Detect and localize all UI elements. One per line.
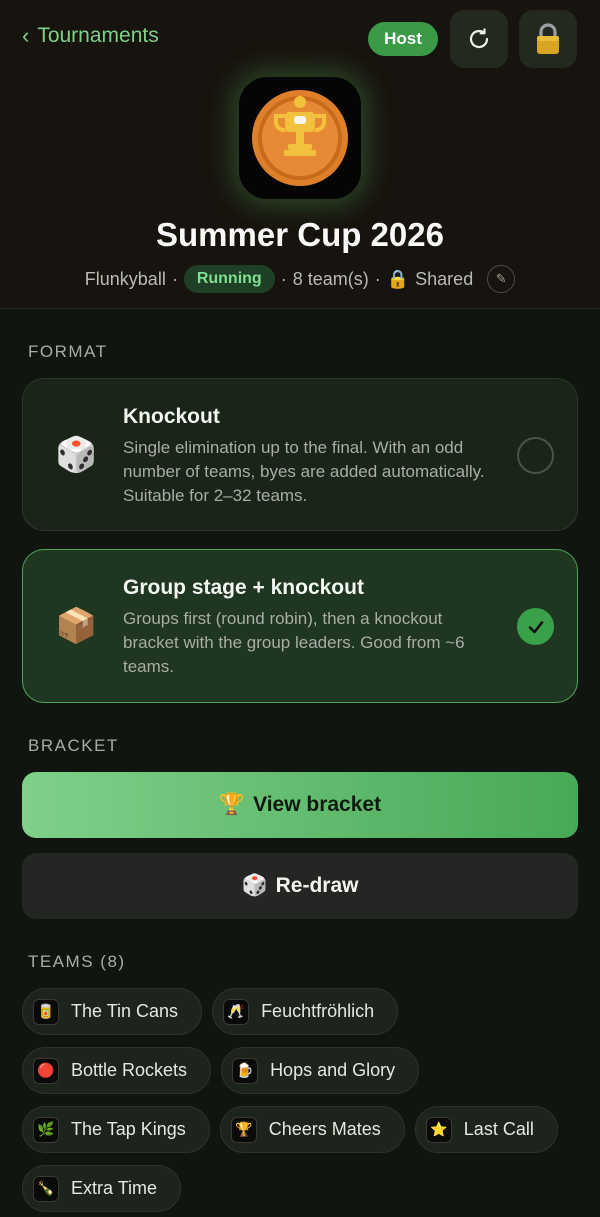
dice-icon: 🎲 — [241, 874, 268, 897]
team-chip[interactable]: 🌿 The Tap Kings — [22, 1106, 210, 1153]
team-name: Extra Time — [71, 1178, 158, 1198]
share-status: Shared — [415, 268, 474, 289]
trophy-icon: 🏆 — [218, 793, 246, 816]
team-chip[interactable]: ⭐ Last Call — [414, 1106, 558, 1153]
redraw-label: Re-draw — [275, 874, 359, 897]
page-title: Summer Cup 2026 — [156, 216, 444, 253]
format-section-label: FORMAT — [28, 342, 108, 361]
team-name: Feuchtfröhlich — [261, 1001, 375, 1021]
team-name: The Tap Kings — [71, 1119, 186, 1139]
back-label: Tournaments — [37, 24, 159, 47]
meta-separator: · — [280, 268, 287, 289]
redraw-button[interactable]: 🎲 Re-draw — [22, 853, 578, 919]
format-radio[interactable] — [517, 437, 554, 474]
pencil-icon: ✎ — [495, 271, 507, 286]
format-option-group-stage[interactable]: 📦 Group stage + knockout Groups first (r… — [22, 549, 578, 703]
tournament-logo — [239, 77, 361, 199]
team-name: The Tin Cans — [71, 1001, 179, 1021]
chevron-left-icon: ‹ — [22, 23, 30, 48]
status-badge: Running — [183, 265, 275, 293]
meta-separator: · — [171, 268, 178, 289]
bracket-section-label: BRACKET — [28, 736, 119, 755]
team-icon: ⭐ — [425, 1116, 452, 1143]
team-name: Hops and Glory — [270, 1060, 396, 1080]
host-badge: Host — [368, 22, 438, 56]
view-bracket-label: View bracket — [253, 793, 382, 816]
team-list: 🥫 The Tin Cans 🥂 Feuchtfröhlich 🔴 Bottle… — [22, 988, 582, 1212]
team-icon: 🍺 — [232, 1057, 259, 1084]
team-chip[interactable]: 🏆 Cheers Mates — [219, 1106, 405, 1153]
lock-icon: 🔒 — [386, 268, 410, 289]
format-option-description: Groups first (round robin), then a knock… — [123, 609, 465, 676]
team-chip[interactable]: 🍺 Hops and Glory — [221, 1047, 420, 1094]
tournament-meta: Flunkyball · Running · 8 team(s) · 🔒 Sha… — [0, 263, 600, 295]
team-icon: 🏆 — [230, 1116, 257, 1143]
team-icon: 🥂 — [223, 998, 250, 1025]
teams-section-label: TEAMS (8) — [28, 952, 126, 971]
trophy-medal-icon — [252, 90, 348, 186]
team-chip[interactable]: 🥫 The Tin Cans — [22, 988, 203, 1035]
team-chip[interactable]: 🥂 Feuchtfröhlich — [212, 988, 399, 1035]
format-radio-checked[interactable] — [517, 608, 554, 645]
dice-icon: 🎲 — [55, 436, 98, 474]
meta-separator: · — [374, 268, 381, 289]
format-option-title: Knockout — [123, 405, 220, 428]
team-icon: 🌿 — [33, 1116, 59, 1143]
refresh-button[interactable] — [450, 10, 508, 68]
team-count: 8 team(s) — [292, 268, 369, 289]
box-icon: 📦 — [55, 607, 98, 645]
team-name: Bottle Rockets — [71, 1060, 188, 1080]
format-option-description: Single elimination up to the final. With… — [123, 438, 485, 505]
refresh-icon — [469, 28, 489, 49]
edit-button[interactable]: ✎ — [487, 265, 516, 293]
team-chip[interactable]: 🔴 Bottle Rockets — [22, 1047, 212, 1094]
header: ‹ Tournaments Host Summer Cup 2026 Flunk… — [0, 0, 600, 309]
lock-button[interactable] — [519, 10, 577, 68]
sport-label: Flunkyball — [84, 268, 166, 289]
back-button[interactable]: ‹ Tournaments — [22, 24, 159, 48]
checkmark-icon — [528, 620, 543, 633]
team-icon: 🍾 — [33, 1175, 59, 1202]
team-icon: 🔴 — [33, 1057, 59, 1084]
team-name: Cheers Mates — [268, 1119, 381, 1139]
team-name: Last Call — [463, 1119, 534, 1139]
lock-icon — [537, 23, 559, 54]
format-option-title: Group stage + knockout — [123, 576, 364, 599]
format-option-knockout[interactable]: 🎲 Knockout Single elimination up to the … — [22, 378, 578, 531]
team-icon: 🥫 — [33, 998, 59, 1025]
view-bracket-button[interactable]: 🏆 View bracket — [22, 772, 578, 838]
team-chip[interactable]: 🍾 Extra Time — [22, 1165, 182, 1212]
